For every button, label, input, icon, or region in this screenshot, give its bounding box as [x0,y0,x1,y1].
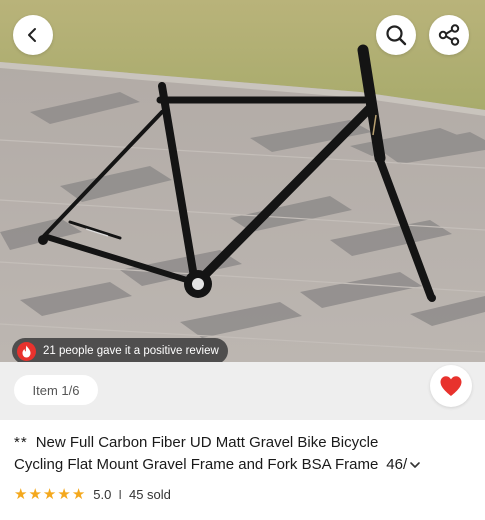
product-title[interactable]: ** New Full Carbon Fiber UD Matt Gravel B… [14,432,484,476]
star-icon: ★ [14,485,28,503]
rating-separator: I [118,486,122,502]
bike-frame-photo [0,0,485,362]
title-count: 46/ [386,456,408,473]
chevron-left-icon [28,28,36,42]
search-icon [386,25,407,46]
share-button[interactable] [429,15,469,55]
review-badge-text: 21 people gave it a positive review [43,345,219,357]
image-counter: Item 1/6 [14,375,98,405]
gallery-footer: Item 1/6 [0,362,485,420]
rating-row[interactable]: ★ ★ ★ ★ ★ 5.0 I 45 sold [14,485,171,503]
star-icon: ★ [42,485,57,503]
share-icon [438,24,460,46]
rating-value: 5.0 [93,486,112,502]
product-image[interactable] [0,0,485,362]
sold-count: 45 sold [128,486,171,502]
title-text-line-2: Cycling Flat Mount Gravel Frame and Fork… [14,456,379,473]
star-icon: ★ [71,485,86,503]
title-prefix: ** [14,434,28,451]
chevron-down-icon[interactable] [409,459,421,471]
wishlist-button[interactable] [430,365,472,407]
back-button[interactable] [13,15,53,55]
positive-review-badge: 21 people gave it a positive review [12,338,228,364]
title-text-line-1: New Full Carbon Fiber UD Matt Gravel Bik… [35,434,379,451]
heart-icon [440,376,462,396]
star-rating: ★ ★ ★ ★ ★ [14,487,86,502]
flame-icon [17,341,36,361]
search-button[interactable] [376,15,416,55]
star-icon: ★ [28,485,42,503]
star-icon: ★ [57,485,71,503]
product-title-line-2: Cycling Flat Mount Gravel Frame and Fork… [14,454,484,476]
product-title-line-1: ** New Full Carbon Fiber UD Matt Gravel B… [14,432,484,454]
